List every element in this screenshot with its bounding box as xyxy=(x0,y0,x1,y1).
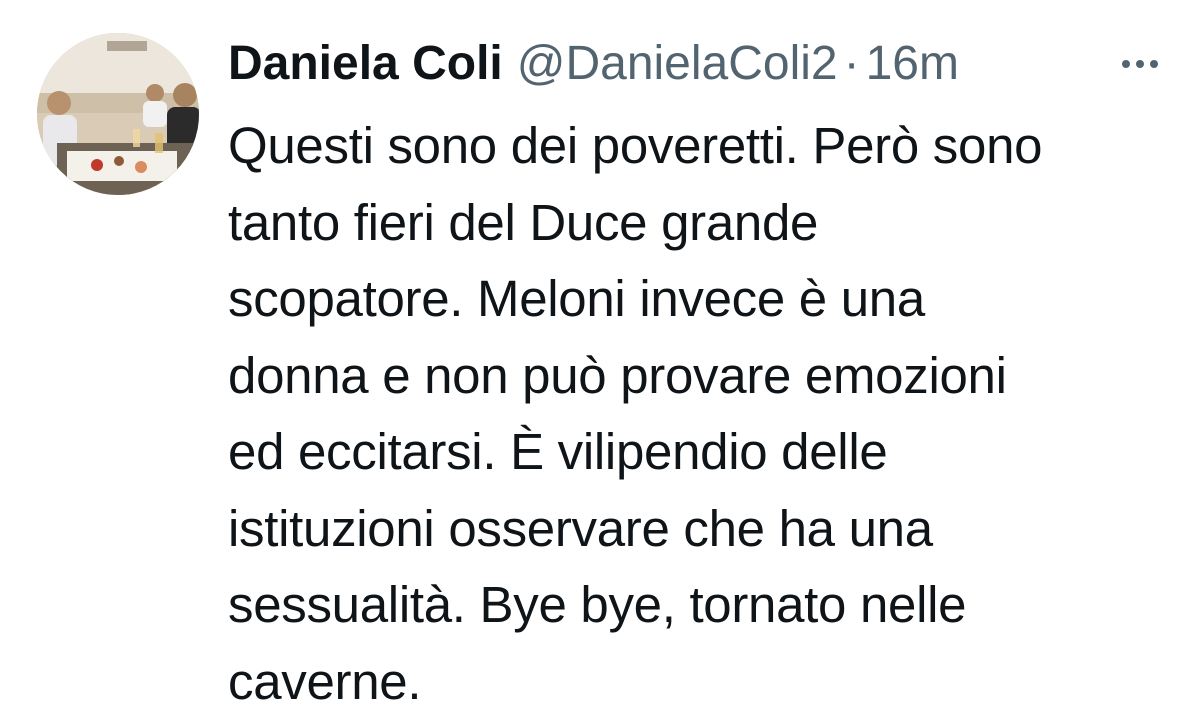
author-avatar[interactable] xyxy=(37,33,199,195)
more-options-button[interactable] xyxy=(1112,40,1168,88)
tweet-card[interactable]: Daniela Coli @DanielaColi2 · 16m Questi … xyxy=(0,0,1200,707)
tweet-text-line: scopatore. Meloni invece è una xyxy=(228,261,1178,338)
author-handle[interactable]: @DanielaColi2 xyxy=(517,32,838,96)
tweet-text-line: ed eccitarsi. È vilipendio delle xyxy=(228,414,1178,491)
tweet-header: Daniela Coli @DanielaColi2 · 16m xyxy=(228,32,959,96)
tweet-text-line: caverne. xyxy=(228,644,1178,720)
header-separator: · xyxy=(844,32,860,96)
tweet-text-line: tanto fieri del Duce grande xyxy=(228,185,1178,262)
tweet-text-line: sessualità. Bye bye, tornato nelle xyxy=(228,567,1178,644)
author-display-name[interactable]: Daniela Coli xyxy=(228,32,503,96)
tweet-text-line: Questi sono dei poveretti. Però sono xyxy=(228,108,1178,185)
profile-photo-avatar-icon xyxy=(37,33,199,195)
tweet-text-line: istituzioni osservare che ha una xyxy=(228,491,1178,568)
tweet-timestamp[interactable]: 16m xyxy=(866,32,959,96)
tweet-text-line: donna e non può provare emozioni xyxy=(228,338,1178,415)
tweet-text: Questi sono dei poveretti. Però sono tan… xyxy=(228,108,1178,720)
more-options-icon xyxy=(1119,60,1161,68)
